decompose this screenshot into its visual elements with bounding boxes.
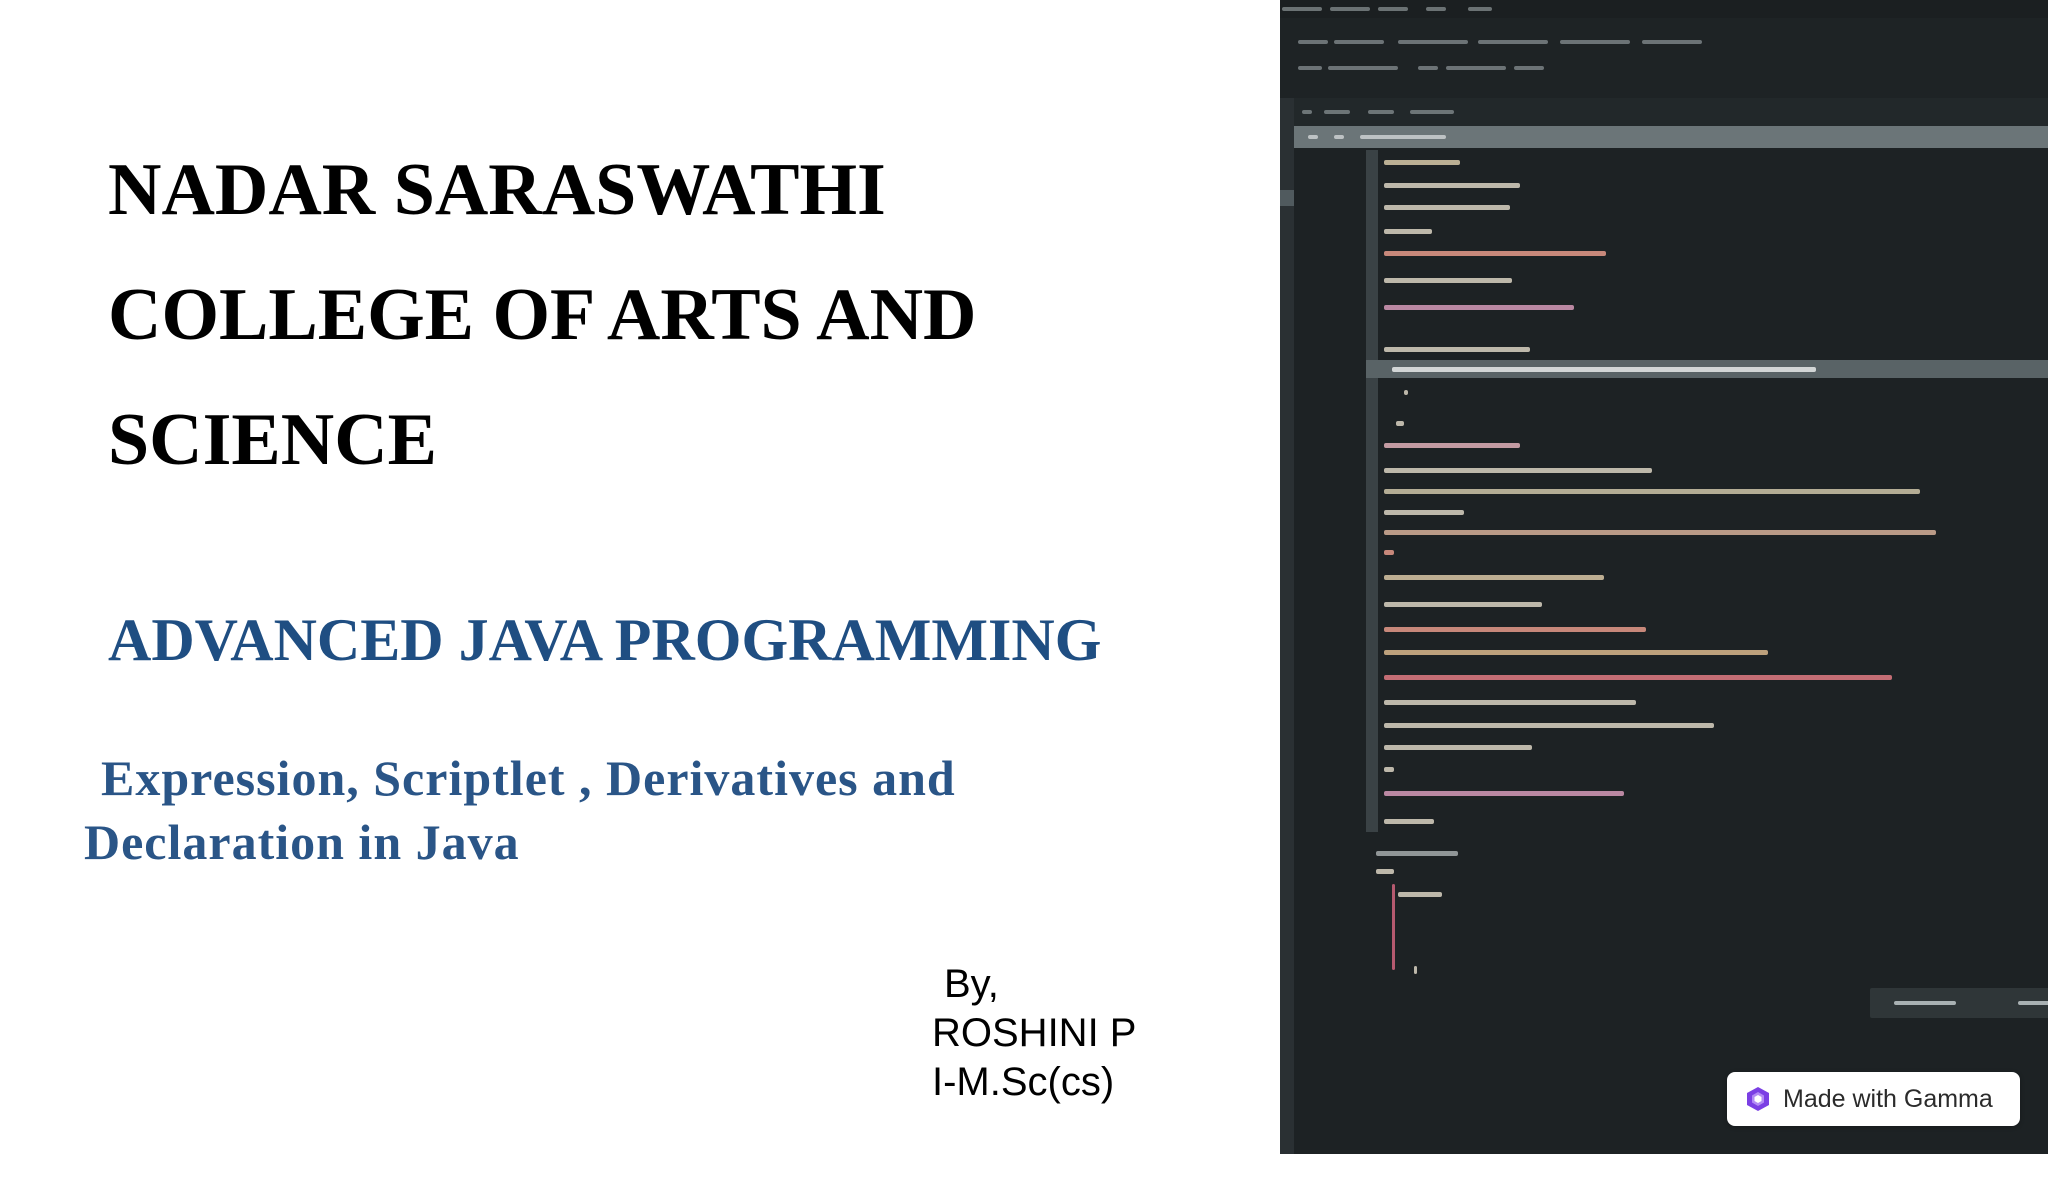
code-line <box>1384 550 1394 555</box>
author-by-label: By, <box>944 962 999 1006</box>
code-line <box>1384 489 1920 494</box>
code-line <box>1392 884 1395 970</box>
toolbar-text <box>1514 66 1544 70</box>
toolbar-text <box>1298 66 1322 70</box>
author-block: By, ROSHINI P I-M.Sc(cs) <box>932 960 1136 1107</box>
code-line <box>1384 575 1604 580</box>
author-name: ROSHINI P <box>932 1011 1137 1055</box>
tab-text <box>1324 110 1350 114</box>
author-class: I-M.Sc(cs) <box>932 1060 1115 1104</box>
topic-line-2: Declaration in Java <box>84 814 520 870</box>
code-line <box>1384 530 1936 535</box>
topic-subtitle: Expression, Scriptlet , Derivatives and … <box>84 746 1084 874</box>
editor-side-strip <box>1280 98 1294 1154</box>
menu-text <box>1468 7 1492 11</box>
editor-toolbar <box>1280 18 2048 98</box>
code-line <box>1384 627 1646 632</box>
menu-text <box>1282 7 1322 11</box>
editor-panel-button <box>1982 988 2048 1018</box>
toolbar-text <box>1328 66 1398 70</box>
code-line <box>1404 390 1408 395</box>
code-line <box>1384 229 1432 234</box>
made-with-gamma-label: Made with Gamma <box>1783 1085 1993 1113</box>
editor-tabbar <box>1294 98 2048 126</box>
code-line <box>1384 723 1714 728</box>
header-text <box>1334 135 1344 139</box>
code-line <box>1384 205 1510 210</box>
toolbar-text <box>1560 40 1630 44</box>
toolbar-text <box>1478 40 1548 44</box>
code-line <box>1384 183 1520 188</box>
code-line <box>1384 650 1768 655</box>
header-text <box>1360 135 1446 139</box>
toolbar-text <box>1446 66 1506 70</box>
toolbar-text <box>1418 66 1438 70</box>
editor-gutter <box>1366 150 1378 832</box>
panel-button-text <box>2018 1001 2048 1005</box>
code-line <box>1396 421 1404 426</box>
toolbar-text <box>1642 40 1702 44</box>
toolbar-text <box>1334 40 1384 44</box>
code-line <box>1384 278 1512 283</box>
code-editor-image <box>1280 0 2048 1154</box>
code-line <box>1376 851 1458 856</box>
menu-text <box>1330 7 1370 11</box>
tab-text <box>1410 110 1454 114</box>
gamma-logo-icon <box>1747 1087 1769 1111</box>
code-line <box>1384 675 1892 680</box>
topic-line-1: Expression, Scriptlet , Derivatives and <box>101 750 956 806</box>
code-line <box>1384 251 1606 256</box>
college-title: NADAR SARASWATHI COLLEGE OF ARTS AND SCI… <box>108 149 977 481</box>
code-line <box>1384 443 1520 448</box>
toolbar-text <box>1398 40 1468 44</box>
toolbar-text <box>1298 40 1328 44</box>
code-line <box>1376 869 1394 874</box>
code-line <box>1384 347 1530 352</box>
code-line <box>1384 468 1652 473</box>
page: NADAR SARASWATHI COLLEGE OF ARTS AND SCI… <box>0 0 2048 1201</box>
slide: NADAR SARASWATHI COLLEGE OF ARTS AND SCI… <box>0 0 2048 1154</box>
header-text <box>1308 135 1318 139</box>
code-line <box>1414 966 1417 974</box>
editor-side-marker <box>1280 190 1294 206</box>
tab-text <box>1368 110 1394 114</box>
code-line <box>1384 305 1574 310</box>
code-line <box>1384 510 1464 515</box>
editor-menubar <box>1280 0 2048 18</box>
code-line <box>1398 892 1442 897</box>
code-line <box>1384 602 1542 607</box>
code-line <box>1384 767 1394 772</box>
code-line <box>1384 160 1460 165</box>
code-line <box>1384 745 1532 750</box>
menu-text <box>1378 7 1408 11</box>
code-line <box>1392 367 1816 372</box>
code-line <box>1384 791 1624 796</box>
editor-header <box>1294 126 2048 148</box>
panel-button-text <box>1894 1001 1956 1005</box>
tab-text <box>1302 110 1312 114</box>
code-line <box>1384 819 1434 824</box>
title-panel: NADAR SARASWATHI COLLEGE OF ARTS AND SCI… <box>0 0 1280 1154</box>
menu-text <box>1426 7 1446 11</box>
made-with-gamma-badge[interactable]: Made with Gamma <box>1727 1072 2020 1126</box>
code-line <box>1384 700 1636 705</box>
course-title: ADVANCED JAVA PROGRAMMING <box>108 607 1102 673</box>
